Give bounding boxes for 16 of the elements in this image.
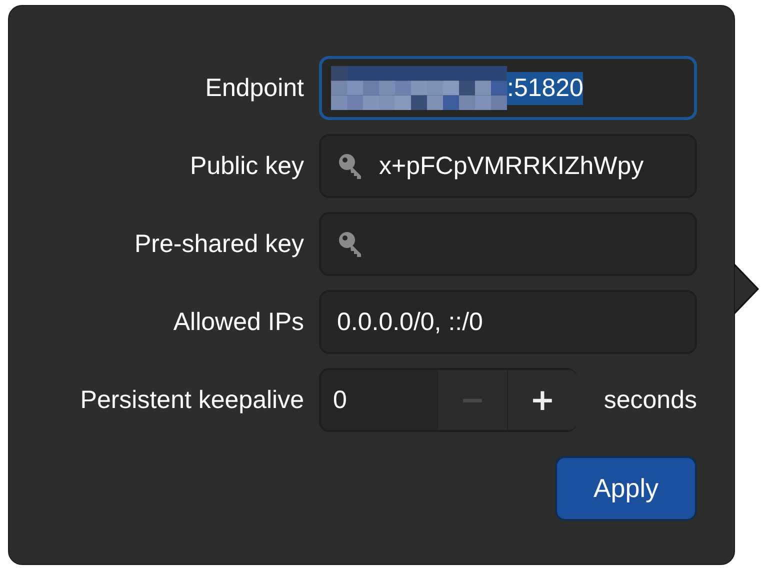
text-field[interactable]: 0.0.0.0/0, ::/0 — [319, 290, 697, 354]
text-field[interactable]: x+pFCpVMRRKIZhWpy — [319, 134, 697, 198]
field-label: Allowed IPs — [173, 308, 304, 336]
field-value: 0.0.0.0/0, ::/0 — [337, 306, 483, 338]
spin-value: 0 — [332, 386, 348, 414]
text-field[interactable] — [319, 212, 697, 276]
unit-label: seconds — [604, 386, 697, 414]
increment-button[interactable]: + — [507, 370, 577, 430]
field-label: Endpoint — [205, 74, 304, 102]
field-value: x+pFCpVMRRKIZhWpy — [379, 150, 644, 182]
text-field[interactable]: :51820 — [319, 56, 697, 120]
field-label: Pre-shared key — [134, 230, 304, 258]
field-value: :51820 — [507, 72, 584, 104]
field-label: Persistent keepalive — [80, 386, 304, 414]
field-label: Public key — [190, 152, 304, 180]
apply-button[interactable]: Apply — [555, 456, 697, 521]
